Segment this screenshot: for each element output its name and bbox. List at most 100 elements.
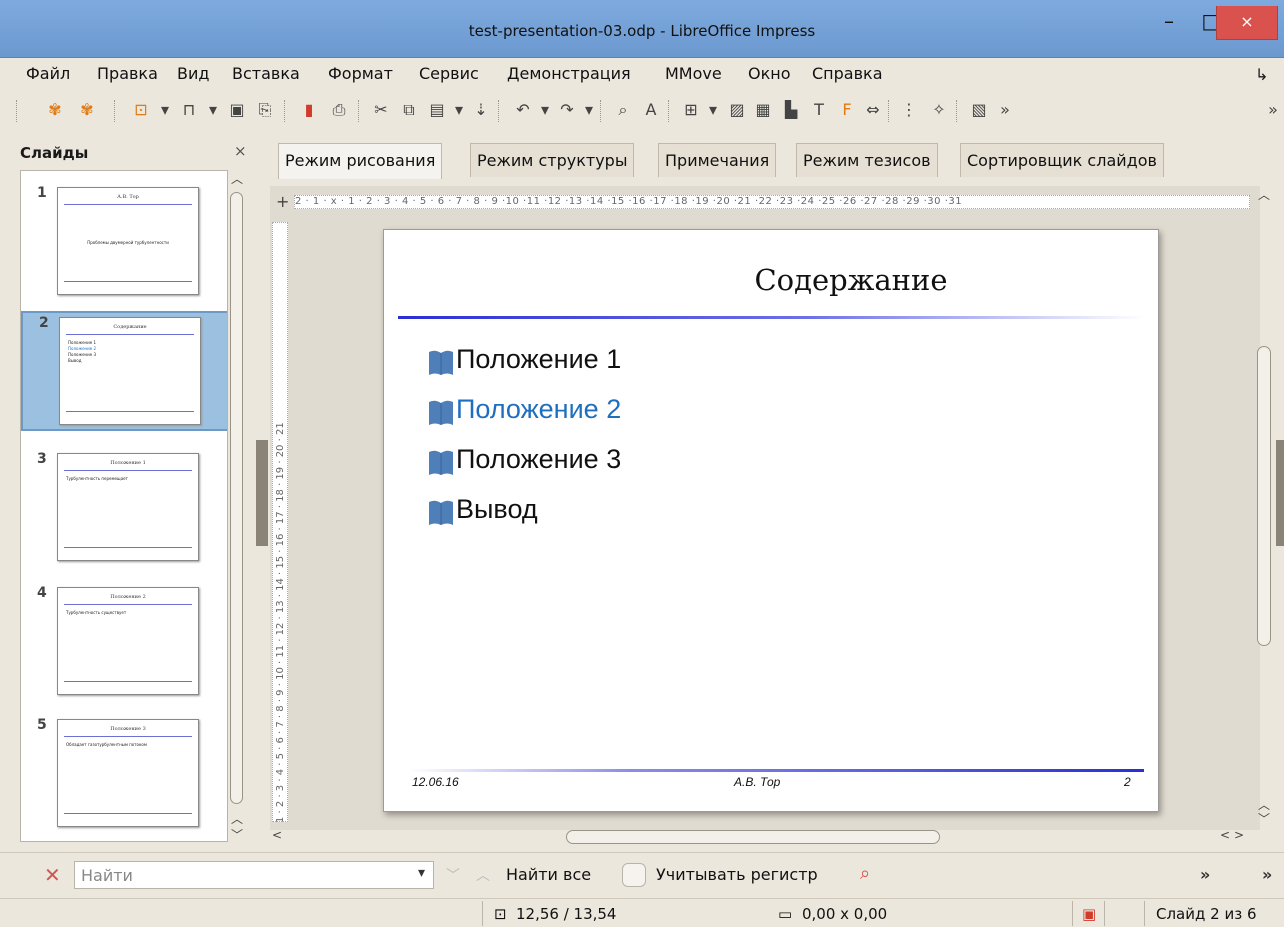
menu-tools[interactable]: Сервис [419, 64, 479, 83]
pane-collapse-handle[interactable] [256, 440, 268, 546]
slide-thumbnail-3[interactable]: 3 Положение 1 Турбулентность перемещает [21, 449, 227, 569]
open-icon[interactable]: ⊓ [178, 100, 200, 119]
spelling-icon[interactable]: A [640, 100, 662, 119]
toolbar-overflow-icon[interactable]: » [994, 100, 1016, 119]
new-icon[interactable]: ⊡ [130, 100, 152, 119]
find-next-icon[interactable]: ︿ [476, 865, 490, 885]
scrollbar-thumb[interactable] [566, 830, 940, 844]
scroll-left-icon[interactable]: < [272, 828, 282, 842]
copy-icon[interactable]: ⧉ [398, 100, 420, 120]
find-previous-icon[interactable]: ﹀ [446, 865, 460, 885]
scroll-right-icon[interactable]: > [1234, 828, 1244, 842]
redo-icon[interactable]: ↷ [556, 100, 578, 119]
tab-drawing-view[interactable]: Режим рисования [278, 143, 443, 179]
slide-thumbnail-2[interactable]: 2 Содержание Положение 1 Положение 2 Пол… [21, 311, 227, 431]
chart-icon[interactable]: ▙ [780, 100, 802, 119]
minimize-button[interactable]: – [1146, 6, 1192, 40]
grid-icon[interactable]: ⋮ [898, 100, 920, 119]
slide-thumbnail-4[interactable]: 4 Положение 2 Турбулентность существует [21, 583, 227, 703]
find-input[interactable]: Найти ▾ [74, 861, 434, 889]
slide-title[interactable]: Содержание [384, 263, 1158, 297]
slide-layout-icon[interactable]: ▧ [968, 100, 990, 119]
menu-help[interactable]: Справка [812, 64, 883, 83]
tab-stop-icon[interactable]: + [276, 192, 289, 211]
find-all-button[interactable]: Найти все [506, 865, 591, 884]
menu-file[interactable]: Файл [26, 64, 70, 83]
document-modified-icon[interactable]: ▣ [1082, 905, 1096, 923]
paste-icon[interactable]: ▤ [426, 100, 448, 119]
chevron-down-icon[interactable]: ▾ [154, 100, 176, 119]
close-find-icon[interactable]: ✕ [44, 863, 61, 887]
tab-notes-view[interactable]: Примечания [658, 143, 777, 177]
slide-content[interactable]: Положение 1 Положение 2 Положение 3 Выво… [428, 342, 621, 542]
save-icon[interactable]: ▣ [226, 100, 248, 119]
horizontal-ruler[interactable]: + 2 · 1 · ⅹ · 1 · 2 · 3 · 4 · 5 · 6 · 7 … [270, 192, 1250, 212]
thumb-body: Проблемы двумерной турбулентности [87, 240, 169, 245]
hyperlink-icon[interactable]: ⇔ [862, 100, 884, 119]
image-icon[interactable]: ▨ [726, 100, 748, 119]
menu-window[interactable]: Окно [748, 64, 791, 83]
findbar-overflow-icon[interactable]: » [1200, 865, 1210, 884]
bullet-item[interactable]: Вывод [428, 492, 621, 542]
chevron-down-icon[interactable]: ▾ [202, 100, 224, 119]
menu-edit[interactable]: Правка [97, 64, 158, 83]
bullet-item[interactable]: Положение 1 [428, 342, 621, 392]
slides-pane-scrollbar[interactable]: ︿ ︿ ﹀ [228, 170, 245, 844]
mmove-icon[interactable]: ✾ [44, 100, 66, 119]
undo-icon[interactable]: ↶ [512, 100, 534, 119]
close-button[interactable]: × [1216, 6, 1278, 40]
footer-author[interactable]: А.В. Тор [734, 775, 780, 789]
close-pane-icon[interactable]: × [234, 142, 247, 160]
fontwork-icon[interactable]: F [836, 100, 858, 119]
bullet-item[interactable]: Положение 2 [428, 392, 621, 442]
chevron-down-icon[interactable]: ▾ [578, 100, 600, 119]
scrollbar-thumb[interactable] [1257, 346, 1271, 646]
vertical-ruler[interactable]: 1 · 2 · 3 · 4 · 5 · 6 · 7 · 8 · 9 · 10 ·… [272, 222, 288, 823]
bullet-item[interactable]: Положение 3 [428, 442, 621, 492]
scroll-up-icon[interactable]: ︿ [1258, 186, 1270, 203]
footer-page-number[interactable]: 2 [1124, 775, 1131, 789]
find-replace-icon[interactable]: ⌕ [860, 863, 870, 884]
slide-thumbnail-1[interactable]: 1 А.В. Тор Проблемы двумерной турбулентн… [21, 183, 227, 303]
scroll-left-icon[interactable]: < [1220, 828, 1230, 842]
chevron-down-icon[interactable]: ▾ [418, 865, 425, 881]
find-replace-icon[interactable]: ⌕ [612, 100, 634, 120]
sidebar-collapse-handle[interactable] [1276, 440, 1284, 546]
slide-thumbnail-5[interactable]: 5 Положение 3 Обладает газотурбулентным … [21, 715, 227, 835]
menu-view[interactable]: Вид [177, 64, 209, 83]
editor-vertical-scrollbar[interactable]: ︿ ︿ ﹀ [1254, 186, 1274, 826]
cut-icon[interactable]: ✂ [370, 100, 392, 119]
table-icon[interactable]: ⊞ [680, 100, 702, 119]
match-case-label[interactable]: Учитывать регистр [656, 865, 818, 884]
tab-handout-view[interactable]: Режим тезисов [796, 143, 938, 177]
scroll-down-icon[interactable]: ﹀ [1258, 810, 1270, 827]
menu-format[interactable]: Формат [328, 64, 393, 83]
match-case-checkbox[interactable] [622, 863, 646, 887]
media-icon[interactable]: ▦ [752, 100, 774, 119]
chevron-down-icon[interactable]: ▾ [448, 100, 470, 119]
clone-formatting-icon[interactable]: ⇣ [470, 100, 492, 119]
tab-outline-view[interactable]: Режим структуры [470, 143, 635, 177]
scroll-up-icon[interactable]: ︿ [231, 170, 243, 187]
findbar-overflow-right-icon[interactable]: » [1262, 865, 1272, 884]
export-pdf-icon[interactable]: ▮ [298, 100, 320, 119]
scroll-down-icon[interactable]: ﹀ [231, 826, 243, 843]
menu-insert[interactable]: Вставка [232, 64, 300, 83]
mmove-alt-icon[interactable]: ✾ [76, 100, 98, 119]
helplines-icon[interactable]: ✧ [928, 100, 950, 119]
print-icon[interactable]: ⎙ [328, 100, 350, 120]
menu-slideshow[interactable]: Демонстрация [507, 64, 631, 83]
scroll-up-icon[interactable]: ︿ [231, 810, 243, 827]
toolbar-overflow-right-icon[interactable]: » [1262, 100, 1284, 119]
scrollbar-thumb[interactable] [230, 192, 243, 804]
editor-horizontal-scrollbar[interactable]: < < > [270, 828, 1250, 846]
text-box-icon[interactable]: T [808, 100, 830, 119]
sidebar-toggle-icon[interactable]: ↳ [1255, 65, 1268, 84]
tab-slide-sorter[interactable]: Сортировщик слайдов [960, 143, 1164, 177]
menu-mmove[interactable]: MMove [665, 64, 722, 83]
slide-canvas[interactable]: Содержание Положение 1 Положение 2 Полож… [383, 229, 1159, 812]
chevron-down-icon[interactable]: ▾ [534, 100, 556, 119]
chevron-down-icon[interactable]: ▾ [702, 100, 724, 119]
export-icon[interactable]: ⎘ [254, 100, 276, 120]
footer-date[interactable]: 12.06.16 [412, 775, 459, 789]
